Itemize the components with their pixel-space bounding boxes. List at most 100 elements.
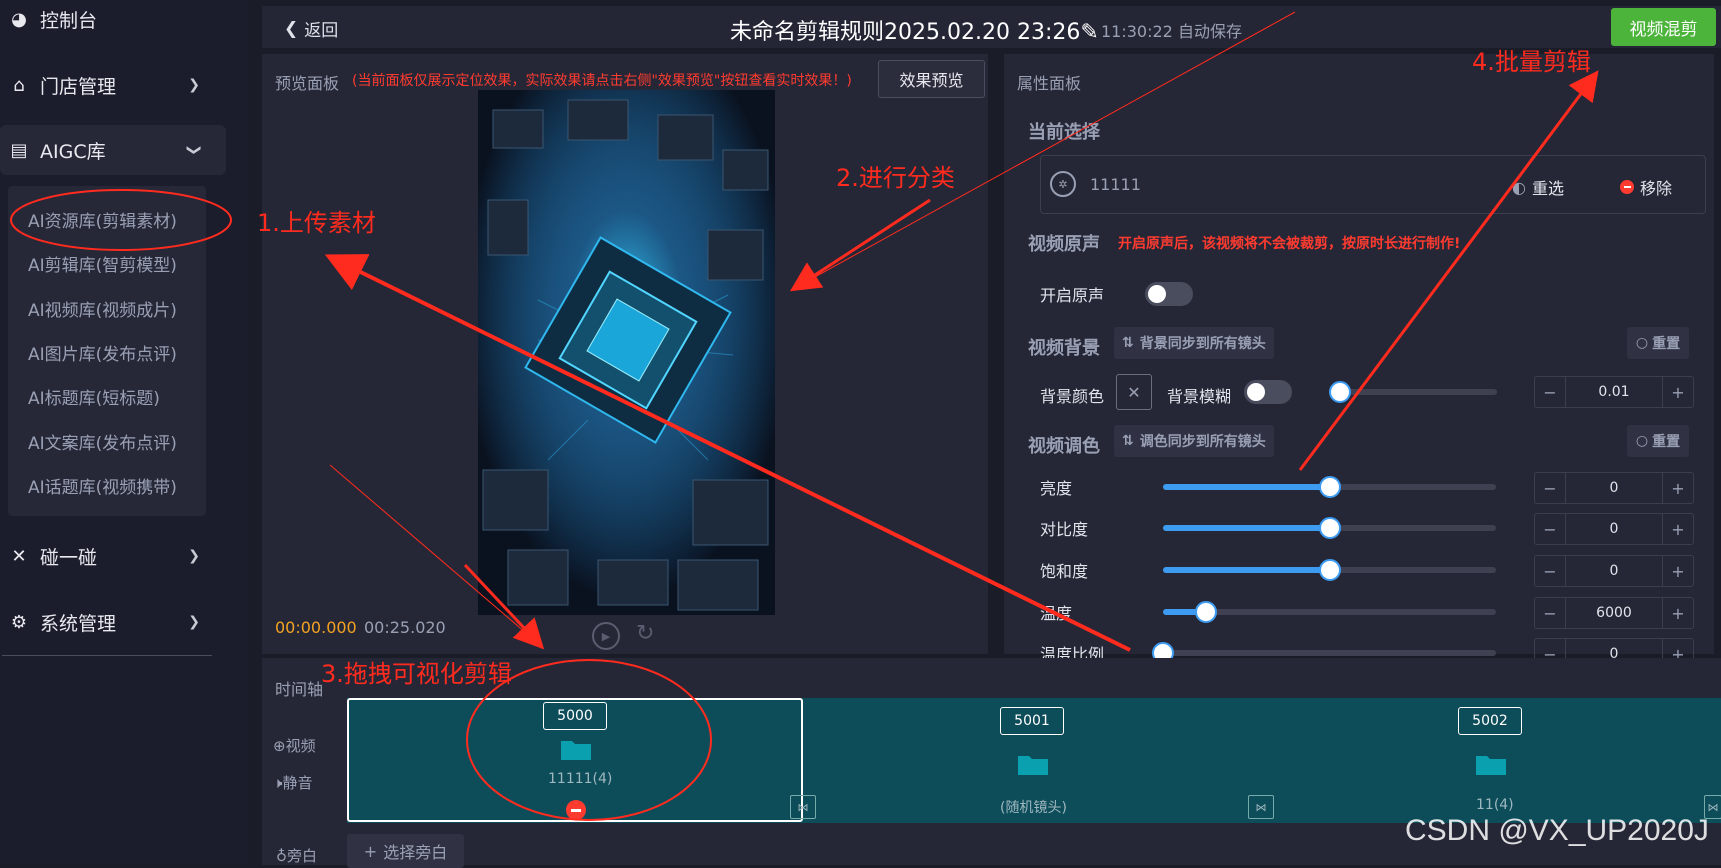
chevron-right-icon: ❯	[188, 548, 200, 564]
submenu-item-resource[interactable]: AI资源库(剪辑素材)	[28, 207, 177, 232]
video-background-title: 视频背景	[1028, 338, 1100, 359]
bg-color-label: 背景颜色	[1040, 387, 1105, 406]
plus-icon[interactable]: +	[1663, 479, 1693, 498]
reselect-label: 重选	[1531, 179, 1564, 198]
tone-stepper[interactable]: −0 +	[1534, 555, 1694, 587]
current-time: 00:00.000	[275, 618, 357, 637]
sidebar-item-dashboard[interactable]: ◕ 控制台	[0, 0, 226, 44]
clip-id-badge[interactable]: 5000	[543, 702, 607, 730]
submenu-item-clip[interactable]: AI剪辑库(智剪模型)	[28, 251, 177, 276]
play-icon[interactable]: ▶	[592, 622, 620, 650]
sidebar-item-store[interactable]: ⌂ 门店管理 ❯	[0, 60, 226, 110]
timeline-title: 时间轴	[275, 680, 324, 699]
tone-slider[interactable]	[1163, 476, 1496, 498]
sidebar-divider	[2, 655, 212, 656]
sidebar-item-label: 控制台	[40, 9, 98, 32]
reselect-button[interactable]: ◐ 重选	[1512, 175, 1564, 199]
tone-slider[interactable]	[1152, 642, 1496, 664]
video-preview	[478, 90, 775, 615]
minus-icon[interactable]: −	[1535, 604, 1565, 623]
transition-icon[interactable]: ⋈	[1248, 795, 1274, 819]
close-icon: ✕	[1127, 382, 1141, 402]
edit-icon[interactable]: ✎	[1080, 20, 1098, 45]
tone-slider[interactable]	[1163, 517, 1496, 539]
sidebar-item-label: 系统管理	[40, 612, 117, 635]
annotation-upload: 1.上传素材	[257, 209, 376, 237]
select-voice-button[interactable]: + 选择旁白	[347, 834, 464, 868]
plus-icon[interactable]: +	[1663, 383, 1693, 402]
autosave-status: 11:30:22 自动保存	[1101, 22, 1242, 41]
slider-knob[interactable]	[1318, 559, 1341, 581]
audio-toggle-label: 开启原声	[1040, 286, 1105, 305]
effect-preview-button[interactable]: 效果预览	[878, 60, 985, 98]
tone-stepper[interactable]: −0 +	[1534, 513, 1694, 545]
minus-icon[interactable]: −	[1535, 562, 1565, 581]
current-selection-title: 当前选择	[1028, 122, 1100, 143]
remove-button[interactable]: 移除	[1620, 175, 1672, 199]
audio-toggle[interactable]	[1145, 282, 1193, 306]
submenu-item-copy[interactable]: AI文案库(发布点评)	[28, 429, 177, 454]
submenu-item-title[interactable]: AI标题库(短标题)	[28, 384, 160, 409]
sidebar-item-aigc[interactable]: ▤ AIGC库 ❯	[0, 125, 226, 175]
dashboard-icon: ◕	[11, 8, 27, 30]
plus-icon[interactable]: +	[1663, 520, 1693, 539]
store-icon: ⌂	[13, 74, 25, 96]
tone-stepper[interactable]: −6000 +	[1534, 597, 1694, 629]
folder-icon	[561, 741, 591, 760]
properties-panel-title: 属性面板	[1017, 74, 1082, 93]
stepper-value[interactable]: 6000	[1565, 598, 1663, 628]
tone-slider-label: 亮度	[1040, 479, 1073, 498]
plus-icon[interactable]: +	[1663, 604, 1693, 623]
bg-blur-toggle[interactable]	[1244, 380, 1292, 404]
refresh-icon: ○	[1635, 433, 1649, 449]
chevron-left-icon: ❮	[284, 18, 299, 39]
page-title: 未命名剪辑规则2025.02.20 23:26✎	[730, 20, 1099, 45]
watermark: CSDN @VX_UP2020J	[1405, 814, 1709, 847]
minus-icon[interactable]: −	[1535, 383, 1565, 402]
mute-button[interactable]: 🕨静音	[273, 772, 312, 793]
bg-sync-button[interactable]: ⇅ 背景同步到所有镜头	[1114, 327, 1274, 359]
folder-icon	[1018, 756, 1048, 775]
bg-blur-stepper[interactable]: − 0.01 +	[1534, 376, 1694, 408]
stepper-value[interactable]: 0	[1565, 473, 1663, 503]
annotation-classify: 2.进行分类	[836, 164, 955, 192]
tone-stepper[interactable]: −0 +	[1534, 472, 1694, 504]
sync-icon: ⇅	[1122, 433, 1134, 449]
slider-knob[interactable]	[1329, 381, 1351, 403]
stepper-value[interactable]: 0	[1565, 556, 1663, 586]
stepper-value[interactable]: 0	[1565, 514, 1663, 544]
clip-name: 11(4)	[1476, 797, 1514, 813]
submenu-item-image[interactable]: AI图片库(发布点评)	[28, 340, 177, 365]
submenu-item-topic[interactable]: AI话题库(视频携带)	[28, 473, 177, 498]
replay-icon[interactable]: ↻	[636, 621, 654, 646]
bg-color-picker[interactable]: ✕	[1116, 374, 1152, 410]
slider-knob[interactable]	[1318, 517, 1341, 539]
tone-slider[interactable]	[1163, 601, 1496, 623]
tone-sync-button[interactable]: ⇅ 调色同步到所有镜头	[1114, 425, 1274, 457]
video-tone-title: 视频调色	[1028, 436, 1100, 457]
remove-clip-icon[interactable]	[566, 800, 586, 820]
video-mix-button[interactable]: 视频混剪	[1611, 8, 1716, 46]
tone-reset-button[interactable]: ○ 重置	[1627, 425, 1689, 457]
tone-slider[interactable]	[1163, 559, 1496, 581]
annotation-drag-edit: 3.拖拽可视化剪辑	[321, 660, 512, 688]
minus-icon[interactable]: −	[1535, 479, 1565, 498]
minus-icon[interactable]: −	[1535, 520, 1565, 539]
back-button[interactable]: ❮ 返回	[284, 16, 338, 42]
slider-knob[interactable]	[1318, 476, 1341, 498]
refresh-icon: ○	[1635, 335, 1649, 351]
sidebar-item-bump[interactable]: ✕ 碰一碰 ❯	[0, 531, 226, 581]
clip-id-badge[interactable]: 5002	[1458, 707, 1522, 735]
bg-reset-button[interactable]: ○ 重置	[1627, 327, 1689, 359]
bg-reset-label: 重置	[1652, 336, 1681, 352]
transition-icon[interactable]: ⋈	[790, 795, 816, 819]
plus-icon[interactable]: +	[1663, 562, 1693, 581]
clip-id-badge[interactable]: 5001	[1000, 707, 1064, 735]
audio-note: 开启原声后，该视频将不会被裁剪，按原时长进行制作!	[1118, 236, 1461, 252]
submenu-item-video[interactable]: AI视频库(视频成片)	[28, 296, 177, 321]
stepper-value[interactable]: 0.01	[1565, 377, 1663, 407]
current-selection-value: 11111	[1090, 175, 1141, 194]
sidebar-item-label: 碰一碰	[40, 546, 98, 569]
bg-blur-slider[interactable]	[1329, 381, 1497, 403]
sidebar-item-system[interactable]: ⚙ 系统管理 ❯	[0, 597, 226, 647]
